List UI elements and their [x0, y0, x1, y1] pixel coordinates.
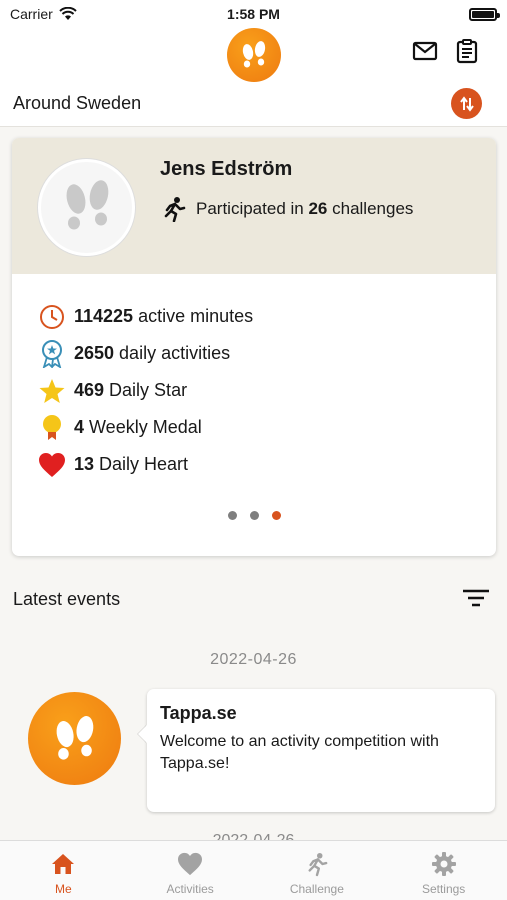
carousel-dot-active[interactable] — [272, 511, 281, 520]
footprints-logo — [227, 28, 281, 82]
app-header — [0, 28, 507, 83]
stat-value: 469 — [74, 380, 105, 400]
footprints-icon — [242, 41, 266, 68]
stat-label: Weekly Medal — [89, 417, 202, 437]
tab-label: Me — [55, 882, 72, 896]
runner-icon — [164, 197, 186, 222]
runner-icon — [304, 851, 330, 877]
event-text: Welcome to an activity competition with … — [160, 733, 439, 772]
tab-activities[interactable]: Activities — [127, 841, 254, 900]
mail-icon[interactable] — [412, 38, 438, 64]
carousel-dot[interactable] — [228, 511, 237, 520]
stat-label: Daily Star — [109, 380, 188, 400]
challenge-title: Around Sweden — [13, 93, 142, 113]
stat-daily-star: 469 Daily Star — [38, 372, 253, 409]
profile-name: Jens Edström — [160, 158, 293, 180]
event-title: Tappa.se — [160, 703, 237, 723]
heart-icon — [177, 851, 203, 877]
carousel-dots[interactable] — [228, 511, 281, 520]
tab-bar: Me Activities Challenge Settings — [0, 840, 507, 900]
stat-value: 2650 — [74, 343, 115, 363]
carrier-label: Carrier — [10, 6, 53, 22]
stat-value: 13 — [74, 454, 95, 474]
status-left: Carrier — [10, 6, 77, 22]
stat-daily-heart: 13 Daily Heart — [38, 446, 253, 483]
stat-daily-activities: 2650 daily activities — [38, 335, 253, 372]
stat-label: active minutes — [138, 306, 254, 326]
swap-vertical-icon — [459, 95, 474, 112]
ribbon-icon — [38, 339, 66, 368]
battery-icon — [469, 7, 500, 21]
medal-icon — [38, 414, 66, 442]
stat-value: 4 — [74, 417, 85, 437]
footprints-avatar-icon — [66, 179, 108, 229]
tab-settings[interactable]: Settings — [380, 841, 507, 900]
status-bar: Carrier 1:58 PM — [0, 0, 507, 28]
stat-weekly-medal: 4 Weekly Medal — [38, 409, 253, 446]
profile-card[interactable]: Jens Edström Participated in 26 challeng… — [12, 138, 496, 556]
participated-count: 26 — [308, 199, 328, 218]
clipboard-icon[interactable] — [454, 38, 480, 64]
participation-summary: Participated in 26 challenges — [162, 196, 413, 222]
tab-me[interactable]: Me — [0, 841, 127, 900]
footprints-icon — [56, 715, 93, 760]
tab-label: Settings — [421, 882, 466, 896]
participated-text: Participated in 26 challenges — [196, 199, 413, 219]
participated-prefix: Participated in — [196, 199, 304, 218]
challenge-header: Around Sweden — [0, 83, 507, 127]
tab-label: Activities — [166, 882, 214, 896]
stat-active-minutes: 114225 active minutes — [38, 298, 253, 335]
latest-events-title: Latest events — [13, 589, 121, 609]
avatar — [38, 159, 135, 256]
home-icon — [50, 851, 76, 877]
star-icon — [38, 377, 66, 405]
event-date: 2022-04-26 — [210, 651, 297, 668]
event-message[interactable]: Tappa.se Welcome to an activity competit… — [147, 689, 495, 812]
wifi-icon — [59, 7, 77, 20]
swap-button[interactable] — [451, 88, 482, 119]
filter-icon[interactable] — [461, 586, 491, 612]
participated-suffix: challenges — [332, 199, 414, 218]
clock-icon — [38, 303, 66, 331]
event-avatar — [28, 692, 121, 785]
stats-list: 114225 active minutes 2650 daily activit… — [38, 298, 253, 483]
stat-value: 114225 — [74, 306, 134, 326]
stat-label: daily activities — [119, 343, 231, 363]
stat-label: Daily Heart — [99, 454, 189, 474]
tab-label: Challenge — [289, 882, 344, 896]
heart-icon — [38, 451, 66, 479]
gear-icon — [431, 851, 457, 877]
tab-challenge[interactable]: Challenge — [254, 841, 381, 900]
carousel-dot[interactable] — [250, 511, 259, 520]
